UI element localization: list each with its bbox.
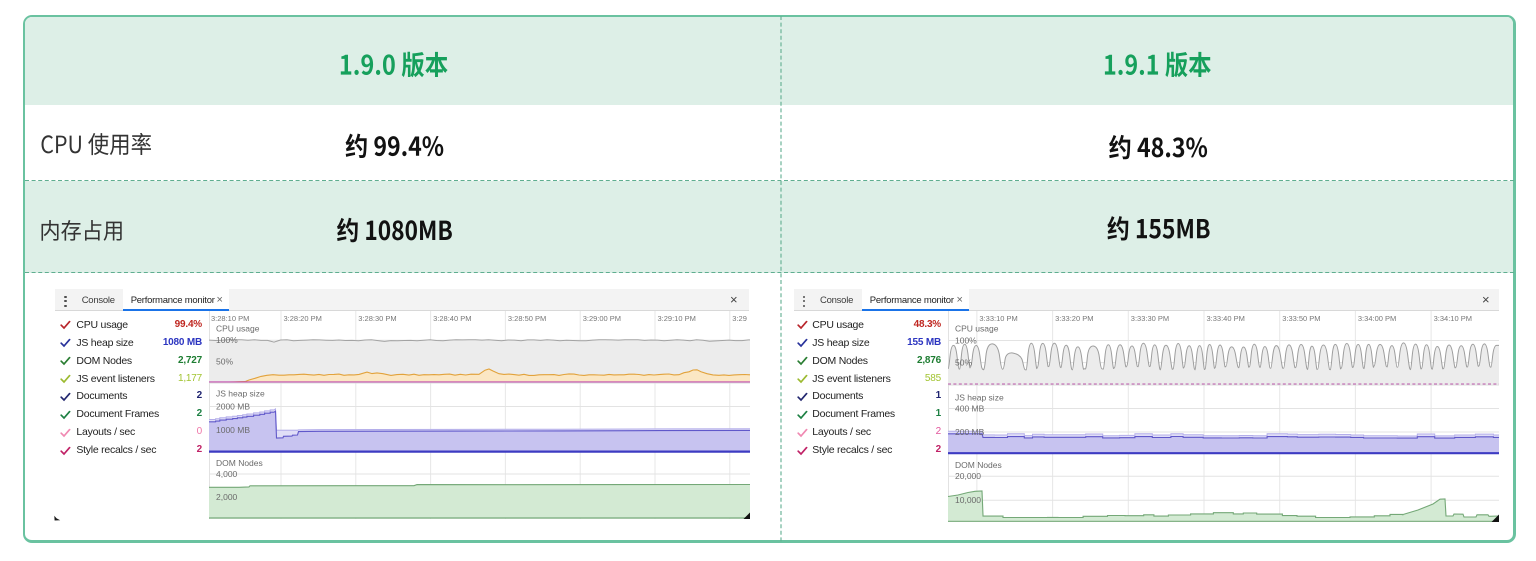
svg-text:3:28:40 PM: 3:28:40 PM <box>433 314 471 323</box>
svg-text:3:29:10 PM: 3:29:10 PM <box>658 314 696 323</box>
svg-text:3:33:40 PM: 3:33:40 PM <box>1207 314 1245 323</box>
svg-text:2,000: 2,000 <box>216 492 238 502</box>
svg-text:CPU usage: CPU usage <box>955 324 999 334</box>
svg-text:3:28:20 PM: 3:28:20 PM <box>284 314 322 323</box>
svg-text:10,000: 10,000 <box>955 495 981 505</box>
svg-text:DOM Nodes: DOM Nodes <box>216 458 263 468</box>
svg-text:CPU usage: CPU usage <box>216 324 260 334</box>
svg-text:3:28:30 PM: 3:28:30 PM <box>358 314 396 323</box>
svg-text:200 MB: 200 MB <box>955 427 985 437</box>
svg-text:400 MB: 400 MB <box>955 403 985 413</box>
svg-text:3:34:00 PM: 3:34:00 PM <box>1358 314 1396 323</box>
svg-text:100%: 100% <box>955 336 977 346</box>
svg-text:1000 MB: 1000 MB <box>216 425 250 435</box>
svg-text:50%: 50% <box>955 358 972 368</box>
svg-text:3:33:50 PM: 3:33:50 PM <box>1282 314 1320 323</box>
svg-text:3:29:00 PM: 3:29:00 PM <box>583 314 621 323</box>
svg-text:DOM Nodes: DOM Nodes <box>955 460 1002 470</box>
svg-text:50%: 50% <box>216 357 233 367</box>
svg-text:3:33:10 PM: 3:33:10 PM <box>979 314 1017 323</box>
svg-text:3:33:20 PM: 3:33:20 PM <box>1055 314 1093 323</box>
svg-text:3:28:10 PM: 3:28:10 PM <box>211 314 249 323</box>
svg-text:JS heap size: JS heap size <box>955 393 1004 403</box>
svg-text:JS heap size: JS heap size <box>216 389 265 399</box>
svg-text:20,000: 20,000 <box>955 471 981 481</box>
svg-text:3:29: 3:29 <box>732 314 747 323</box>
svg-text:3:33:30 PM: 3:33:30 PM <box>1131 314 1169 323</box>
svg-text:100%: 100% <box>216 335 238 345</box>
svg-text:3:28:50 PM: 3:28:50 PM <box>508 314 546 323</box>
svg-text:4,000: 4,000 <box>216 469 238 479</box>
svg-text:2000 MB: 2000 MB <box>216 401 250 411</box>
svg-text:3:34:10 PM: 3:34:10 PM <box>1434 314 1472 323</box>
